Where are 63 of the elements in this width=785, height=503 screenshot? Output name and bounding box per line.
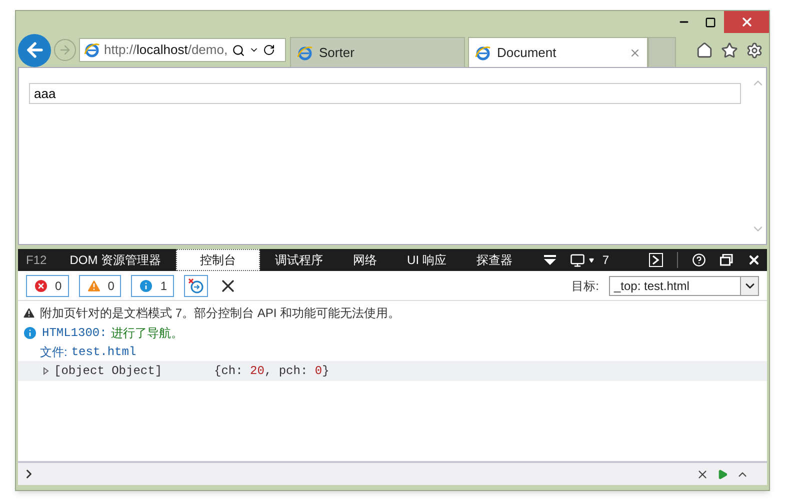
tab-title: Document: [497, 44, 556, 62]
dropdown-menu-icon[interactable]: [544, 255, 556, 265]
message-filter-button[interactable]: 0: [78, 274, 122, 296]
error-code: HTML1300:: [42, 325, 107, 342]
error-icon: [33, 278, 49, 294]
filter-count: 0: [55, 278, 62, 294]
search-icon[interactable]: [232, 44, 245, 56]
console-icon[interactable]: [649, 253, 663, 267]
caret-icon: [589, 258, 594, 262]
maximize-icon: [705, 16, 716, 28]
expand-triangle-icon[interactable]: [42, 367, 50, 375]
filter-count: 0: [108, 278, 114, 294]
object-preview: {ch: 20, pch: 0}: [214, 363, 330, 380]
warning-message: 附加页针对的是文档模式 7。部分控制台 API 和功能可能无法使用。: [40, 305, 400, 322]
clear-input-icon[interactable]: [696, 468, 709, 480]
filter-count: 1: [160, 278, 168, 294]
clear-on-navigate-button[interactable]: [184, 274, 208, 296]
target-label: 目标:: [572, 278, 599, 294]
text-input[interactable]: aaa: [29, 83, 741, 104]
undock-icon[interactable]: [720, 254, 733, 266]
close-button[interactable]: [724, 11, 769, 33]
warning-icon: [22, 306, 36, 320]
info-icon: [22, 325, 38, 341]
message-filter-button[interactable]: 1: [131, 274, 174, 296]
help-icon[interactable]: [692, 253, 706, 267]
devtools-tab[interactable]: UI 响应: [392, 249, 462, 271]
message-filter-button[interactable]: 0: [26, 274, 69, 296]
devtools-tab[interactable]: 调试程序: [260, 249, 338, 271]
favorites-icon[interactable]: [721, 42, 738, 58]
tab-title: Sorter: [319, 44, 354, 62]
close-tab-icon[interactable]: [629, 46, 641, 58]
devtools-tab[interactable]: 控制台: [176, 249, 260, 271]
home-icon[interactable]: [696, 42, 713, 58]
address-url: http://localhost/demo,: [104, 41, 228, 60]
browser-logo-icon: [475, 44, 491, 60]
info-icon: [138, 278, 154, 294]
info-message: 进行了导航。: [110, 325, 183, 342]
f12-label: F12: [25, 252, 48, 269]
file-link[interactable]: test.html: [71, 343, 136, 361]
monitor-icon: [570, 252, 586, 268]
browser-logo-icon: [84, 42, 100, 58]
address-bar[interactable]: http://localhost/demo,: [79, 38, 286, 62]
close-icon: [740, 15, 754, 29]
console-input-bar[interactable]: [18, 461, 767, 485]
object-row[interactable]: [object Object] {ch: 20, pch: 0}: [18, 361, 767, 381]
devtools-tab[interactable]: 网络: [338, 249, 392, 271]
target-select[interactable]: _top: test.html: [609, 276, 759, 296]
document-mode-number: 7: [602, 252, 609, 269]
close-icon[interactable]: [747, 253, 761, 267]
browser-tab[interactable]: Document: [468, 37, 648, 67]
file-label: 文件:: [40, 344, 68, 361]
refresh-icon[interactable]: [262, 44, 275, 56]
devtools-tab[interactable]: DOM 资源管理器: [54, 249, 176, 271]
back-button[interactable]: [18, 34, 51, 66]
object-summary: [object Object]: [54, 363, 162, 380]
devtools-tab[interactable]: 探查器: [461, 249, 528, 271]
browser-logo-icon: [297, 44, 313, 60]
emulation-button[interactable]: 7: [570, 251, 609, 269]
settings-icon[interactable]: [746, 42, 763, 58]
browser-tab[interactable]: Sorter: [290, 37, 465, 67]
warning-icon: [86, 278, 102, 294]
target-value: _top: test.html: [612, 278, 690, 294]
run-icon[interactable]: [717, 468, 728, 480]
